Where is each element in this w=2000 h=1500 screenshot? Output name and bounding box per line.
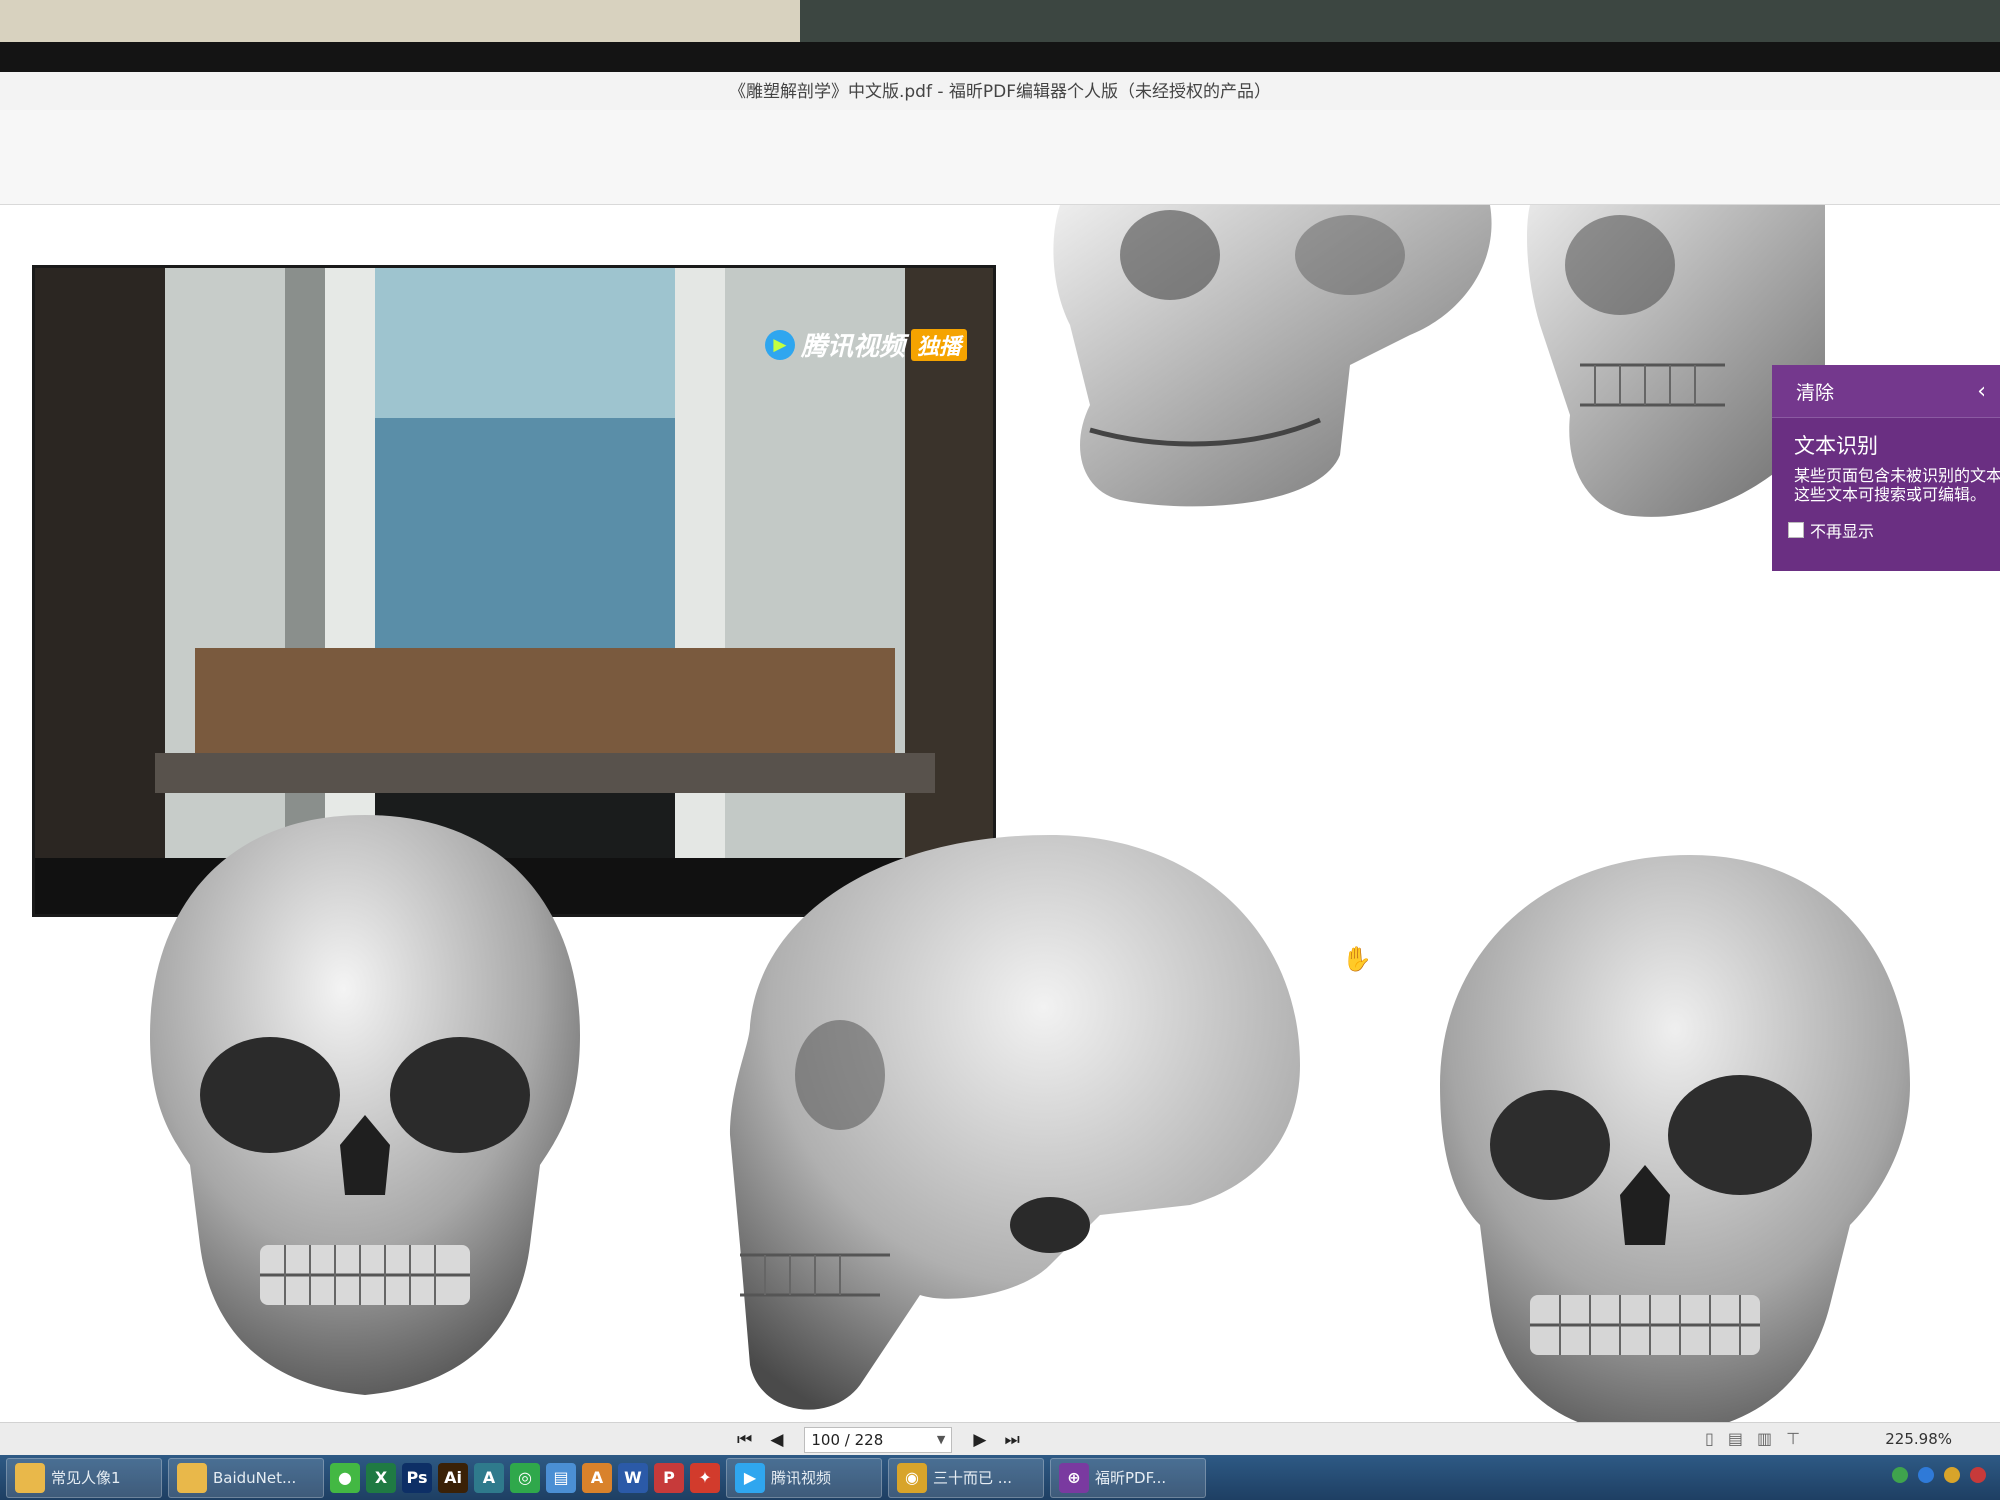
ocr-description: 某些页面包含未被识别的文本 这些文本可搜索或可编辑。 — [1794, 466, 2000, 504]
page-number-value: 100 / 228 — [811, 1431, 884, 1449]
skull-illustration-three-quarter — [1430, 845, 1920, 1445]
facing-pages-icon[interactable]: ▥ — [1757, 1429, 1772, 1448]
chrome-icon: ◉ — [897, 1462, 927, 1493]
folder-blue-icon: ▤ — [546, 1462, 576, 1493]
tray-icon[interactable] — [1970, 1467, 1986, 1483]
monitor-screen: 《雕塑解剖学》中文版.pdf - 福昕PDF编辑器个人版（未经授权的产品） ▶ … — [0, 72, 2000, 1500]
taskbar-item[interactable]: BaiduNet... — [168, 1457, 324, 1498]
tray-icon[interactable] — [1944, 1467, 1960, 1483]
page-navigation-bar: ⏮ ◀ 100 / 228 ▼ ▶ ⏭ ▯ ▤ ▥ ⊤ 225.98% — [0, 1422, 2000, 1455]
folder-icon — [15, 1462, 45, 1493]
skull-illustration-top-middle — [1050, 205, 1510, 515]
taskbar-item[interactable]: ▤ — [546, 1459, 576, 1497]
orange-a-icon: A — [582, 1462, 612, 1493]
window-title: 《雕塑解剖学》中文版.pdf - 福昕PDF编辑器个人版（未经授权的产品） — [0, 72, 2000, 110]
taskbar-item[interactable]: ◎ — [510, 1459, 540, 1497]
pdf-page: ▶ 腾讯视频 独播 清除 ‹ 文本识别 某些页面包含未被识别的文本 这些文本可搜… — [0, 205, 2000, 1495]
taskbar-item-label: 三十而已 ... — [933, 1469, 1013, 1487]
taskbar-item[interactable]: ▶ 腾讯视频 — [726, 1457, 882, 1498]
taskbar-item[interactable]: A — [582, 1459, 612, 1497]
pdf-editor-icon: ⊕ — [1059, 1462, 1089, 1493]
tencent-video-icon: ▶ — [735, 1462, 765, 1493]
skip-last-icon[interactable]: ⏭ — [995, 1430, 1028, 1450]
single-page-icon[interactable]: ▯ — [1705, 1429, 1714, 1448]
taskbar-item[interactable]: P — [654, 1459, 684, 1497]
taskbar-item[interactable]: X — [366, 1459, 396, 1497]
photoshop-icon: Ps — [402, 1462, 432, 1493]
taskbar-item[interactable]: A — [474, 1459, 504, 1497]
system-tray — [1892, 1467, 1986, 1483]
fit-width-icon[interactable]: ⊤ — [1786, 1429, 1800, 1448]
illustrator-icon: Ai — [438, 1462, 468, 1493]
dont-show-again-option[interactable]: 不再显示 — [1772, 504, 2000, 542]
page-number-input[interactable]: 100 / 228 ▼ — [804, 1427, 953, 1453]
taskbar-item[interactable]: ✦ — [690, 1459, 720, 1497]
taskbar-item-label: 常见人像1 — [51, 1469, 121, 1487]
continuous-page-icon[interactable]: ▤ — [1728, 1429, 1743, 1448]
skull-illustration-front — [140, 805, 590, 1405]
green-app-icon: ◎ — [510, 1462, 540, 1493]
chevron-left-icon[interactable]: ‹ — [1977, 379, 1986, 404]
next-page-icon[interactable]: ▶ — [964, 1430, 995, 1450]
view-mode-icons: ▯ ▤ ▥ ⊤ — [1705, 1429, 1800, 1448]
ocr-panel-header: 清除 ‹ — [1772, 365, 2000, 418]
taskbar-item-label: BaiduNet... — [213, 1468, 297, 1487]
ocr-title: 文本识别 — [1794, 434, 1878, 458]
taskbar-item-label: 福昕PDF... — [1095, 1469, 1167, 1487]
taskbar-item[interactable]: ● — [330, 1459, 360, 1497]
text-recognition-panel: 清除 ‹ 文本识别 某些页面包含未被识别的文本 这些文本可搜索或可编辑。 不再显… — [1772, 365, 2000, 571]
taskbar-item[interactable]: Ps — [402, 1459, 432, 1497]
dont-show-again-label: 不再显示 — [1810, 522, 1875, 541]
tray-icon[interactable] — [1892, 1467, 1908, 1483]
taskbar-item-label: 腾讯视频 — [771, 1469, 832, 1487]
zoom-level[interactable]: 225.98% — [1885, 1430, 1952, 1448]
taskbar-item[interactable]: ⊕ 福昕PDF... — [1050, 1457, 1206, 1498]
exclusive-badge: 独播 — [910, 328, 967, 361]
wechat-icon: ● — [330, 1462, 360, 1493]
taskbar-item[interactable]: ◉ 三十而已 ... — [888, 1457, 1044, 1498]
red-p-icon: P — [654, 1462, 684, 1493]
word-icon: W — [618, 1462, 648, 1493]
folder-icon — [177, 1462, 207, 1493]
tray-icon[interactable] — [1918, 1467, 1934, 1483]
taskbar-item[interactable]: Ai — [438, 1459, 468, 1497]
taskbar-item[interactable]: W — [618, 1459, 648, 1497]
tencent-video-logo: ▶ 腾讯视频 独播 — [764, 326, 967, 363]
foxit-icon: ✦ — [690, 1462, 720, 1493]
skull-illustration-side — [720, 825, 1310, 1425]
dont-show-again-checkbox[interactable] — [1788, 522, 1804, 538]
clear-button[interactable]: 清除 — [1796, 378, 1834, 405]
chevron-down-icon[interactable]: ▼ — [937, 1428, 945, 1452]
taskbar-item[interactable]: 常见人像1 — [6, 1457, 162, 1498]
windows-taskbar: 常见人像1 BaiduNet... ● X Ps Ai A ◎ ▤ A W P ✦ ▶ 腾讯视频 ◉ 三十而已 … — [0, 1455, 2000, 1500]
skip-first-icon[interactable]: ⏮ — [728, 1430, 761, 1450]
excel-icon: X — [366, 1462, 396, 1493]
hand-cursor-icon: ✋ — [1342, 945, 1372, 973]
autocad-icon: A — [474, 1462, 504, 1493]
video-brand: 腾讯视频 — [800, 332, 905, 362]
play-logo-icon: ▶ — [764, 329, 795, 360]
ribbon-toolbar — [0, 110, 2000, 205]
prev-page-icon[interactable]: ◀ — [761, 1430, 792, 1450]
